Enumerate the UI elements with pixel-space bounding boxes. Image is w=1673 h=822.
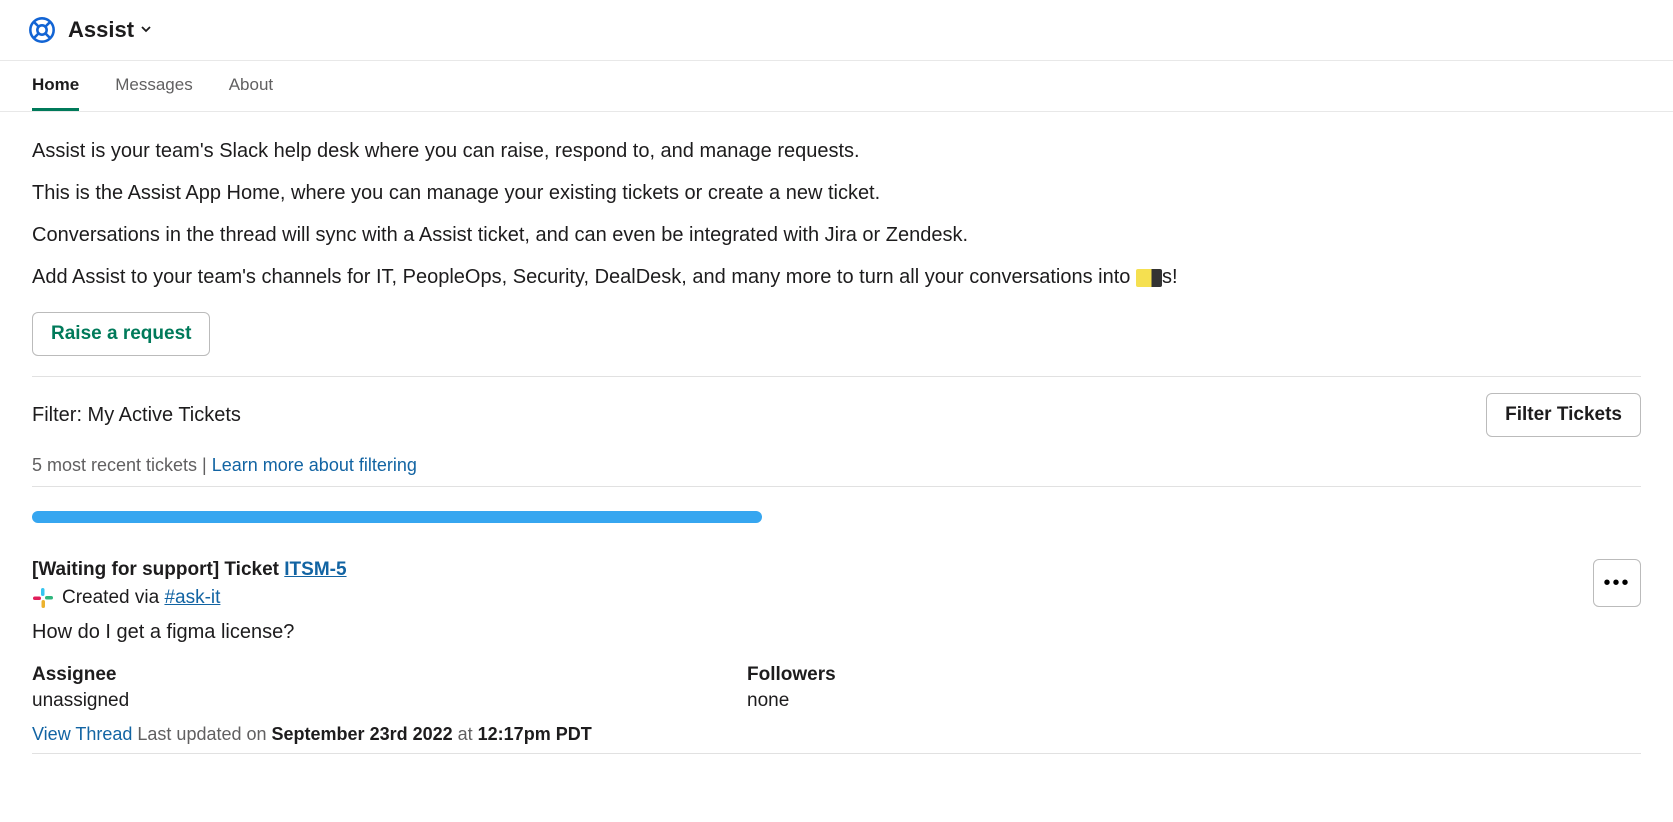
followers-label: Followers [747,664,1462,686]
intro-line-1: Assist is your team's Slack help desk wh… [32,136,1641,166]
slack-icon [32,587,54,609]
followers-value: none [747,690,1462,712]
updated-prefix: Last updated on [132,724,271,744]
ticket-id-link[interactable]: ITSM-5 [284,559,346,580]
ticket-status-title: [Waiting for support] Ticket [32,559,284,580]
updated-at: at [453,724,478,744]
updated-time: 12:17pm PDT [478,724,592,744]
view-thread-link[interactable]: View Thread [32,724,132,744]
filter-row: Filter: My Active Tickets Filter Tickets [32,393,1641,437]
app-title: Assist [68,17,134,43]
learn-more-filtering-link[interactable]: Learn more about filtering [212,455,417,475]
intro-line-4-suffix: s! [1162,266,1178,288]
ticket-accent-bar [32,511,762,523]
ticket-emoji-icon [1136,269,1162,287]
assignee-col: Assignee unassigned [32,664,747,712]
ticket-created-row: Created via #ask-it [32,587,1641,609]
ticket-meta: Assignee unassigned Followers none [32,664,1641,712]
app-title-toggle[interactable]: Assist [68,17,152,43]
app-header: Assist [0,0,1673,61]
assignee-value: unassigned [32,690,747,712]
intro-line-2: This is the Assist App Home, where you c… [32,178,1641,208]
created-via-text: Created via [62,587,164,608]
filter-tickets-button[interactable]: Filter Tickets [1486,393,1641,437]
intro-line-4-prefix: Add Assist to your team's channels for I… [32,266,1136,288]
tab-home[interactable]: Home [32,61,79,111]
section-divider [32,376,1641,377]
tab-about[interactable]: About [229,61,273,111]
updated-date: September 23rd 2022 [272,724,453,744]
filter-divider [32,486,1641,487]
assist-app-icon [28,16,56,44]
chevron-down-icon [140,22,152,38]
content-area[interactable]: Assist is your team's Slack help desk wh… [0,112,1673,814]
intro-line-4: Add Assist to your team's channels for I… [32,262,1641,292]
filter-label: Filter: My Active Tickets [32,404,241,427]
thread-row: View Thread Last updated on September 23… [32,724,1641,745]
ticket-question: How do I get a figma license? [32,621,1641,644]
ticket-divider [32,753,1641,754]
raise-request-button[interactable]: Raise a request [32,312,210,356]
intro-line-3: Conversations in the thread will sync wi… [32,220,1641,250]
ticket-header: [Waiting for support] Ticket ITSM-5 [32,559,1641,581]
assignee-label: Assignee [32,664,747,686]
ticket-more-button[interactable]: ••• [1593,559,1641,607]
recent-tickets-info: 5 most recent tickets | Learn more about… [32,455,1641,476]
channel-link[interactable]: #ask-it [164,587,220,608]
tab-messages[interactable]: Messages [115,61,192,111]
tabs: Home Messages About [0,61,1673,112]
recent-prefix: 5 most recent tickets | [32,455,212,475]
intro-section: Assist is your team's Slack help desk wh… [32,136,1641,292]
ticket-card: ••• [Waiting for support] Ticket ITSM-5 … [32,559,1641,754]
followers-col: Followers none [747,664,1462,712]
